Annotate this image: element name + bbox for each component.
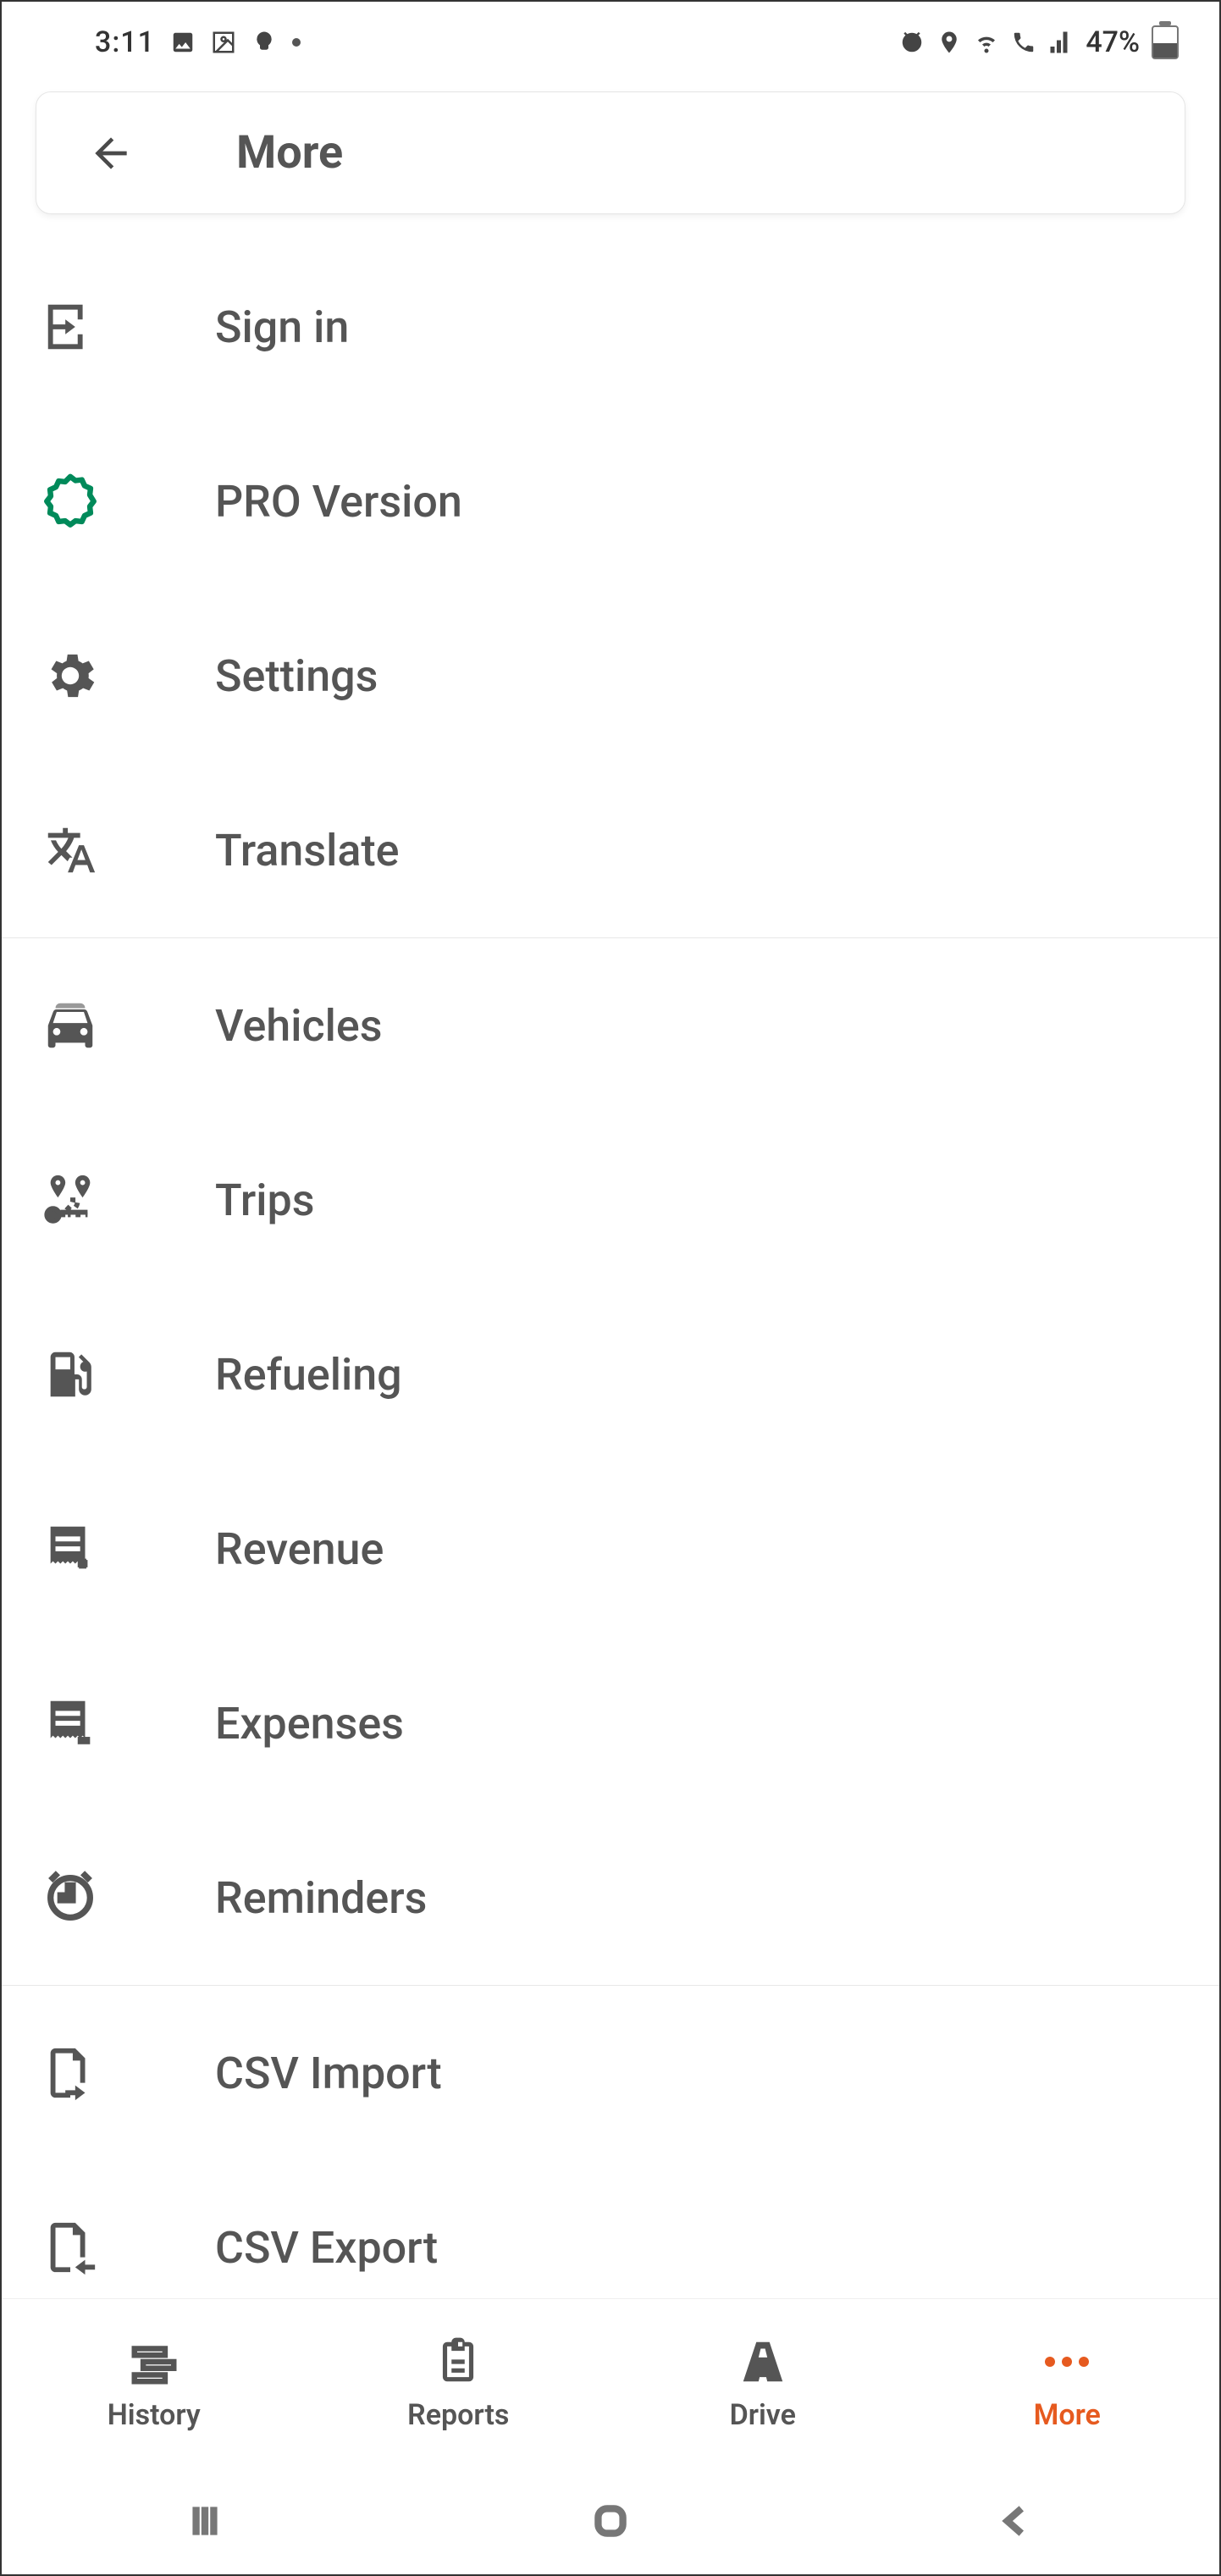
trips-icon — [36, 1165, 105, 1235]
system-nav — [2, 2468, 1219, 2574]
menu-item-vehicles[interactable]: Vehicles — [2, 938, 1219, 1113]
revenue-icon — [36, 1514, 105, 1584]
settings-icon — [36, 641, 105, 710]
nav-item-drive[interactable]: Drive — [610, 2336, 915, 2432]
menu-item-settings[interactable]: Settings — [2, 589, 1219, 763]
menu-item-sign-in[interactable]: Sign in — [2, 240, 1219, 414]
nav-item-reports[interactable]: Reports — [307, 2336, 611, 2432]
menu-item-reminders[interactable]: Reminders — [2, 1810, 1219, 1985]
wifi-icon — [974, 30, 999, 55]
photos-icon — [211, 30, 236, 55]
menu-item-csv-import[interactable]: CSV Import — [2, 1986, 1219, 2160]
menu: Sign in PRO Version Settings — [2, 240, 1219, 2335]
pro-icon — [36, 467, 105, 536]
csv-import-icon — [36, 2038, 105, 2108]
nav-label: History — [108, 2398, 201, 2432]
back-arrow-icon[interactable] — [87, 130, 135, 177]
menu-item-revenue[interactable]: Revenue — [2, 1462, 1219, 1636]
battery-icon — [1152, 25, 1179, 59]
menu-item-expenses[interactable]: Expenses — [2, 1636, 1219, 1810]
menu-item-label: Reminders — [215, 1872, 427, 1924]
expenses-icon — [36, 1689, 105, 1758]
reminders-icon — [36, 1863, 105, 1932]
menu-item-label: Trips — [215, 1175, 315, 1226]
menu-item-label: Expenses — [215, 1698, 404, 1750]
history-icon — [128, 2336, 180, 2388]
csv-export-icon — [36, 2213, 105, 2282]
menu-item-label: Revenue — [215, 1523, 384, 1575]
menu-item-trips[interactable]: Trips — [2, 1113, 1219, 1287]
reports-icon — [432, 2336, 484, 2388]
refueling-icon — [36, 1340, 105, 1409]
menu-item-label: Refueling — [215, 1349, 402, 1401]
gallery-icon — [170, 30, 196, 55]
sign-in-icon — [36, 292, 105, 362]
signal-icon — [1048, 30, 1074, 55]
nav-label: More — [1034, 2398, 1101, 2432]
more-icon — [1045, 2336, 1089, 2388]
menu-item-refueling[interactable]: Refueling — [2, 1287, 1219, 1462]
recents-icon[interactable] — [184, 2500, 226, 2542]
sys-back-icon[interactable] — [995, 2500, 1037, 2542]
menu-item-label: CSV Import — [215, 2048, 442, 2099]
menu-group-0: Sign in PRO Version Settings — [2, 240, 1219, 938]
bottom-nav: History Reports Drive More — [2, 2298, 1219, 2468]
status-bar: 3:11 47% — [2, 2, 1219, 83]
menu-item-label: Sign in — [215, 301, 349, 353]
page-title: More — [236, 126, 343, 180]
menu-item-label: CSV Export — [215, 2222, 438, 2274]
menu-item-pro-version[interactable]: PRO Version — [2, 414, 1219, 589]
header-card: More — [36, 91, 1185, 214]
call-wifi-icon — [1011, 30, 1036, 55]
menu-group-2: CSV Import CSV Export — [2, 1986, 1219, 2335]
nav-label: Reports — [407, 2398, 509, 2432]
translate-icon — [36, 815, 105, 885]
menu-item-label: Vehicles — [215, 1000, 382, 1052]
vehicles-icon — [36, 991, 105, 1060]
location-icon — [936, 30, 962, 55]
drive-icon — [737, 2336, 789, 2388]
home-icon[interactable] — [589, 2500, 632, 2542]
nav-label: Drive — [730, 2398, 796, 2432]
menu-group-1: Vehicles Trips Refueling — [2, 938, 1219, 1986]
menu-item-label: Settings — [215, 650, 378, 702]
nav-item-more[interactable]: More — [915, 2336, 1220, 2432]
menu-item-translate[interactable]: Translate — [2, 763, 1219, 937]
status-dot-icon — [292, 38, 301, 47]
bulb-icon — [251, 30, 277, 55]
menu-item-label: PRO Version — [215, 476, 462, 528]
battery-percent: 47% — [1086, 25, 1140, 59]
status-time: 3:11 — [95, 25, 155, 59]
nav-item-history[interactable]: History — [2, 2336, 307, 2432]
menu-item-label: Translate — [215, 825, 400, 876]
alarm-icon — [899, 30, 925, 55]
